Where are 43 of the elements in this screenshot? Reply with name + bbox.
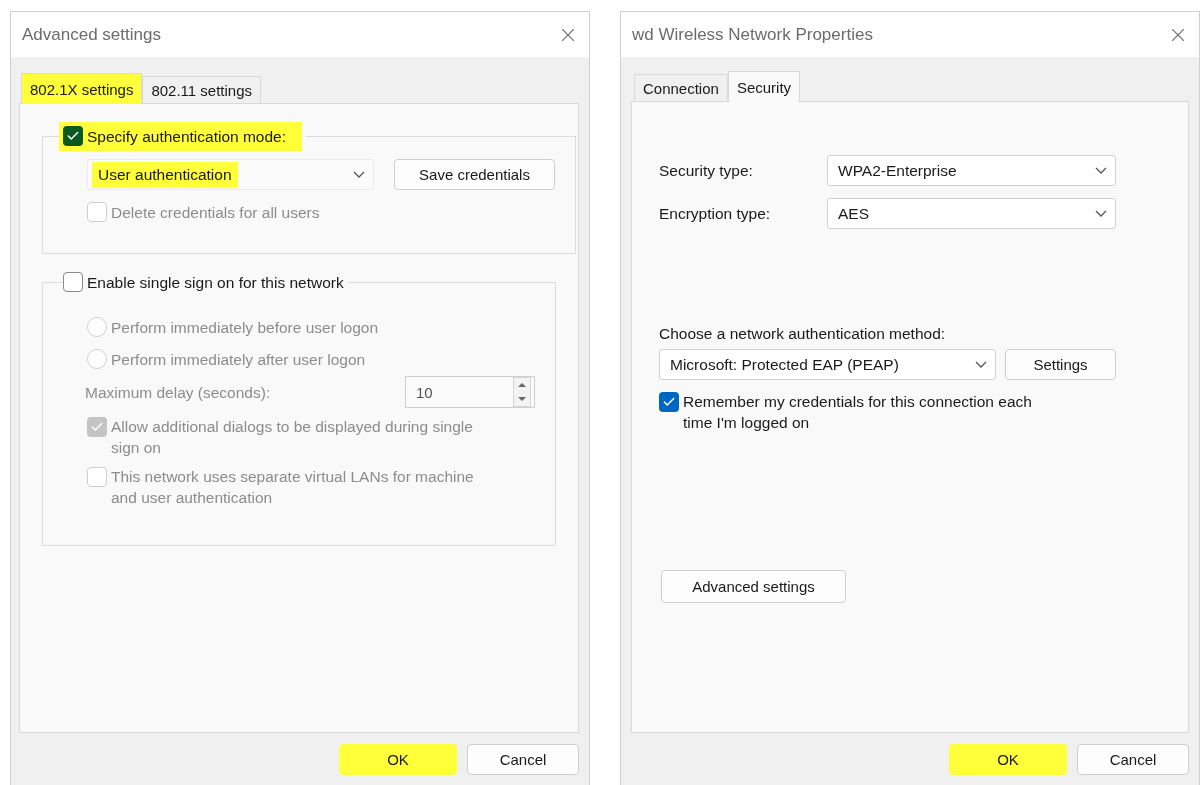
window-title: Advanced settings [22, 24, 161, 45]
dropdown[interactable]: WPA2-Enterprise [827, 155, 1116, 186]
dropdown[interactable]: User authentication [87, 159, 374, 190]
chevron-down-icon [1095, 167, 1107, 174]
radio-label: Perform immediately before user logon [111, 318, 379, 338]
dropdown[interactable]: AES [827, 198, 1116, 229]
check-icon [90, 420, 104, 434]
checkbox[interactable] [659, 392, 679, 412]
cancel-button[interactable]: Cancel [467, 743, 579, 775]
radio-label: Perform immediately after user logon [111, 350, 366, 370]
tab[interactable]: Connection [634, 74, 728, 101]
cancel-button[interactable]: Cancel [1077, 743, 1189, 775]
dropdown-value: AES [837, 203, 870, 224]
settings-button[interactable]: Settings [1005, 349, 1116, 380]
checkbox-label: Delete credentials for all users [111, 203, 320, 223]
check-icon [662, 395, 676, 409]
chevron-down-icon [353, 171, 365, 178]
checkbox-label: Allow additional dialogs to be displayed during single sign on [111, 417, 474, 458]
check-icon [66, 129, 80, 143]
ok-button[interactable]: OK [339, 743, 457, 775]
checkbox-label: Specify authentication mode: [87, 127, 287, 147]
tab[interactable]: 802.11 settings [142, 76, 262, 103]
checkbox[interactable] [63, 272, 83, 292]
delay-label: Maximum delay (seconds): [85, 382, 271, 403]
advanced-settings-button[interactable]: Advanced settings [661, 570, 846, 603]
dropdown-value: Microsoft: Protected EAP (PEAP) [669, 354, 900, 375]
chevron-down-icon [1095, 210, 1107, 217]
ok-button[interactable]: OK [949, 743, 1067, 775]
save-credentials-button[interactable]: Save credentials [394, 159, 555, 190]
dropdown[interactable]: Microsoft: Protected EAP (PEAP) [659, 349, 996, 380]
dropdown-value: User authentication [92, 161, 238, 188]
field-label: Choose a network authentication method: [659, 324, 947, 344]
window-title: wd Wireless Network Properties [632, 24, 873, 45]
tab[interactable]: 802.1X settings [21, 73, 143, 104]
dropdown-value: WPA2-Enterprise [837, 160, 958, 181]
chevron-down-icon [975, 361, 987, 368]
checkbox[interactable] [63, 126, 83, 146]
field-label: Encryption type: [659, 204, 772, 223]
field-label: Security type: [659, 161, 754, 180]
checkbox-label: Enable single sign on for this network [87, 273, 344, 293]
tab[interactable]: Security [727, 71, 801, 102]
checkbox-label: Remember my credentials for this connection each time I'm logged on [683, 392, 1033, 433]
checkbox-label: This network uses separate virtual LANs for machine and user authentication [111, 467, 475, 508]
